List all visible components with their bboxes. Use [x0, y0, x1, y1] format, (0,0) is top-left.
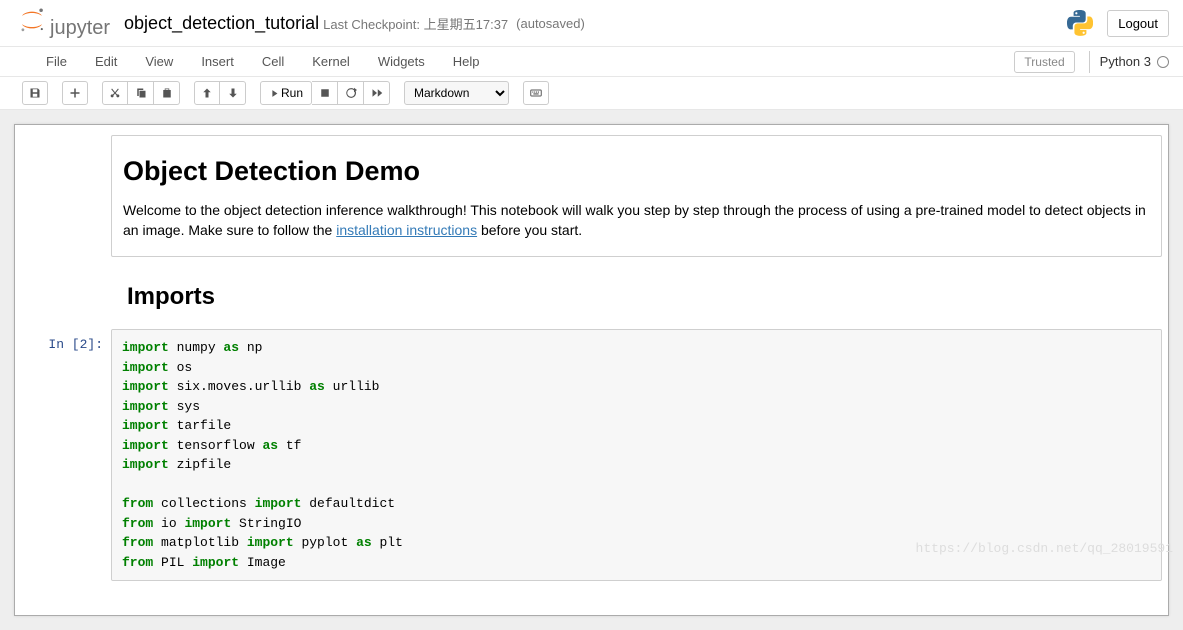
notebook-area: Object Detection Demo Welcome to the obj… — [0, 110, 1183, 630]
checkpoint-label: Last Checkpoint: 上星期五17:37 — [323, 14, 508, 33]
plus-icon — [69, 87, 81, 99]
kernel-idle-icon — [1157, 56, 1169, 68]
arrow-down-icon — [227, 87, 239, 99]
move-up-button[interactable] — [194, 81, 220, 105]
run-button[interactable]: Run — [260, 81, 312, 105]
heading-object-detection-demo: Object Detection Demo — [123, 156, 1147, 187]
scissors-icon — [109, 87, 121, 99]
jupyter-icon — [18, 6, 46, 34]
menu-help[interactable]: Help — [439, 48, 494, 75]
header-right: Logout — [1067, 10, 1169, 37]
save-button[interactable] — [22, 81, 48, 105]
installation-link[interactable]: installation instructions — [336, 222, 477, 238]
paste-button[interactable] — [154, 81, 180, 105]
python-icon — [1067, 10, 1093, 36]
menubar: FileEditViewInsertCellKernelWidgetsHelp … — [0, 47, 1183, 77]
restart-run-all-button[interactable] — [364, 81, 390, 105]
run-icon — [269, 89, 278, 98]
jupyter-logo[interactable]: jupyter — [18, 6, 110, 40]
menu-file[interactable]: File — [32, 48, 81, 75]
logout-button[interactable]: Logout — [1107, 10, 1169, 37]
input-prompt: In [2]: — [21, 329, 111, 581]
menubar-right: Trusted Python 3 — [1014, 51, 1175, 73]
code-cell[interactable]: In [2]: import numpy as np import os imp… — [21, 325, 1162, 585]
toolbar: Run CodeMarkdownRaw NBConvertHeading — [0, 77, 1183, 110]
notebook-container: Object Detection Demo Welcome to the obj… — [14, 124, 1169, 616]
run-label: Run — [281, 86, 303, 100]
add-cell-button[interactable] — [62, 81, 88, 105]
menu-view[interactable]: View — [131, 48, 187, 75]
command-palette-button[interactable] — [523, 81, 549, 105]
celltype-select[interactable]: CodeMarkdownRaw NBConvertHeading — [404, 81, 509, 105]
keyboard-icon — [530, 87, 542, 99]
menu-edit[interactable]: Edit — [81, 48, 131, 75]
prompt-area — [21, 265, 111, 321]
autosave-label: (autosaved) — [516, 16, 585, 31]
markdown-cell[interactable]: Object Detection Demo Welcome to the obj… — [21, 131, 1162, 261]
trusted-badge[interactable]: Trusted — [1014, 51, 1074, 73]
intro-paragraph: Welcome to the object detection inferenc… — [123, 201, 1147, 240]
cell-input-area: import numpy as np import os import six.… — [111, 329, 1162, 581]
arrow-up-icon — [201, 87, 213, 99]
interrupt-button[interactable] — [312, 81, 338, 105]
kernel-indicator[interactable]: Python 3 — [1089, 51, 1169, 73]
save-icon — [29, 87, 41, 99]
menu-cell[interactable]: Cell — [248, 48, 298, 75]
copy-button[interactable] — [128, 81, 154, 105]
paste-icon — [161, 87, 173, 99]
restart-button[interactable] — [338, 81, 364, 105]
copy-icon — [135, 87, 147, 99]
cell-input-area: Imports — [111, 265, 1162, 321]
menu-widgets[interactable]: Widgets — [364, 48, 439, 75]
stop-icon — [319, 87, 331, 99]
heading-imports: Imports — [125, 283, 1148, 311]
run-group: Run — [260, 81, 390, 105]
move-down-button[interactable] — [220, 81, 246, 105]
prompt-area — [21, 135, 111, 257]
markdown-cell[interactable]: Imports — [21, 261, 1162, 325]
intro-text-before: Welcome to the object detection inferenc… — [123, 202, 1146, 238]
fast-forward-icon — [371, 87, 383, 99]
menu-insert[interactable]: Insert — [187, 48, 248, 75]
header: jupyter object_detection_tutorial Last C… — [0, 0, 1183, 47]
cell-input-area: Object Detection Demo Welcome to the obj… — [111, 135, 1162, 257]
jupyter-logo-text: jupyter — [50, 17, 110, 40]
edit-group — [102, 81, 180, 105]
code-editor[interactable]: import numpy as np import os import six.… — [112, 330, 1161, 580]
kernel-name-label: Python 3 — [1100, 54, 1151, 69]
menu-kernel[interactable]: Kernel — [298, 48, 364, 75]
cut-button[interactable] — [102, 81, 128, 105]
intro-text-after: before you start. — [477, 222, 582, 238]
menu-items: FileEditViewInsertCellKernelWidgetsHelp — [32, 48, 494, 75]
restart-icon — [345, 87, 357, 99]
move-group — [194, 81, 246, 105]
notebook-name[interactable]: object_detection_tutorial — [124, 13, 319, 34]
